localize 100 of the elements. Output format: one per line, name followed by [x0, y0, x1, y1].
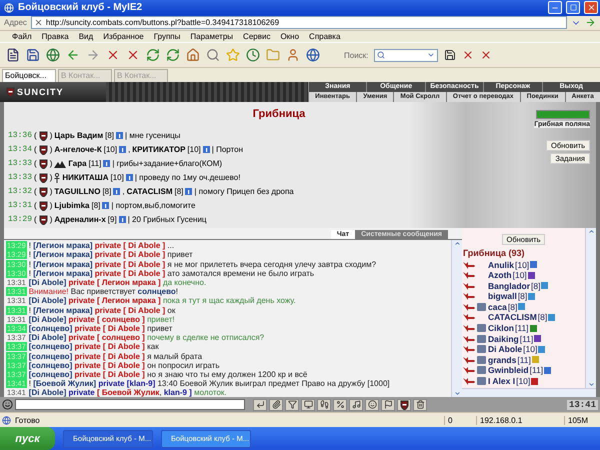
- info-icon[interactable]: [538, 346, 546, 353]
- scrollbar[interactable]: [451, 240, 462, 398]
- info-icon[interactable]: [530, 324, 537, 332]
- info-icon[interactable]: [185, 188, 192, 196]
- chat-tool-button[interactable]: [253, 398, 267, 411]
- save-icon[interactable]: [26, 48, 40, 62]
- user-name[interactable]: Daiking: [488, 334, 519, 344]
- history-icon[interactable]: [246, 48, 260, 62]
- menu-item[interactable]: Группы: [154, 32, 180, 42]
- player-name[interactable]: CATACLISM: [126, 187, 172, 196]
- bracket: (: [34, 187, 37, 196]
- save-icon[interactable]: [444, 49, 456, 62]
- back-icon[interactable]: [66, 48, 80, 62]
- scroll-down-icon[interactable]: [454, 390, 460, 398]
- info-icon[interactable]: [113, 188, 120, 196]
- info-icon[interactable]: [530, 261, 538, 268]
- chat-tool-button[interactable]: [301, 398, 315, 411]
- status-count: 0: [444, 416, 472, 425]
- chat-tool-button[interactable]: [349, 398, 363, 411]
- player-name[interactable]: КРИТИКАТОР: [132, 145, 186, 154]
- user-name[interactable]: grands: [488, 354, 516, 365]
- user-name[interactable]: Ciklon: [488, 323, 514, 334]
- user-name[interactable]: I Alex I: [488, 376, 516, 386]
- chat-tool-button[interactable]: [317, 398, 331, 411]
- info-icon[interactable]: [116, 132, 124, 140]
- chat-tool-button[interactable]: [365, 398, 379, 411]
- info-icon[interactable]: [534, 335, 542, 342]
- info-icon[interactable]: [103, 160, 110, 168]
- chat-input[interactable]: [15, 399, 245, 410]
- player-name[interactable]: Царь Вадим: [54, 131, 104, 140]
- chat-tool-button[interactable]: [269, 398, 283, 411]
- browser-icon[interactable]: [306, 48, 320, 62]
- info-icon[interactable]: [202, 146, 210, 154]
- info-icon[interactable]: [531, 378, 538, 385]
- scroll-up-icon[interactable]: [588, 228, 594, 236]
- player-name[interactable]: Гара: [68, 159, 87, 168]
- info-icon[interactable]: [118, 216, 126, 224]
- info-icon[interactable]: [541, 282, 548, 290]
- scrollbar[interactable]: [585, 228, 596, 388]
- chat-tool-button[interactable]: [333, 398, 347, 411]
- user-icon[interactable]: [286, 48, 300, 62]
- refresh-all-icon[interactable]: [166, 48, 180, 62]
- menu-item[interactable]: Файл: [12, 32, 32, 42]
- chat-tool-button[interactable]: [413, 398, 427, 411]
- search-icon[interactable]: [206, 48, 220, 62]
- info-icon[interactable]: [548, 314, 556, 321]
- user-name[interactable]: CATACLISM: [488, 312, 537, 322]
- menu-item[interactable]: Вид: [78, 32, 94, 42]
- menu-item[interactable]: Параметры: [190, 32, 234, 42]
- home-icon[interactable]: [186, 48, 200, 62]
- player-name[interactable]: Адреналин-х: [54, 215, 106, 224]
- menu-item[interactable]: Справка: [309, 32, 340, 42]
- user-name[interactable]: bigwall: [488, 291, 517, 302]
- user-name[interactable]: Di Abole: [488, 344, 522, 354]
- close-button[interactable]: [584, 1, 598, 14]
- info-icon[interactable]: [102, 202, 110, 210]
- user-name[interactable]: Anulik: [488, 260, 514, 270]
- scroll-up-icon[interactable]: [454, 240, 460, 248]
- user-name[interactable]: Gwinbleid: [488, 365, 529, 376]
- close-all-icon[interactable]: [480, 49, 492, 62]
- player-name[interactable]: TAGUILLNO: [54, 187, 100, 196]
- player-name[interactable]: А-нгелоче-К: [54, 145, 102, 154]
- go-icon[interactable]: [585, 17, 596, 28]
- info-icon[interactable]: [119, 146, 126, 154]
- menu-item[interactable]: Правка: [42, 32, 69, 42]
- address-field[interactable]: http://suncity.combats.com/buttons.pl?battle=0.349417318106269: [30, 16, 567, 30]
- new-page-icon[interactable]: [6, 48, 20, 62]
- user-name[interactable]: Banglador: [488, 280, 530, 291]
- chat-tool-button[interactable]: [397, 398, 411, 411]
- shield-icon: [38, 158, 48, 169]
- horizontal-scrollbar[interactable]: [462, 388, 596, 398]
- user-name[interactable]: caca: [488, 302, 507, 312]
- player-name[interactable]: Ljubimka: [54, 201, 90, 210]
- info-icon[interactable]: [528, 292, 536, 300]
- close-icon[interactable]: [462, 49, 474, 62]
- info-icon[interactable]: [518, 303, 526, 310]
- info-icon[interactable]: [528, 272, 535, 279]
- user-name[interactable]: Azoth: [488, 270, 512, 280]
- search-field[interactable]: [374, 48, 438, 62]
- post-message: | мне гусеницы: [125, 131, 180, 140]
- menu-item[interactable]: Сервис: [243, 32, 270, 42]
- player-level: [10]: [104, 145, 118, 154]
- chat-tool-button[interactable]: [381, 398, 395, 411]
- browser-tab[interactable]: Бойцовск...: [2, 68, 56, 82]
- info-icon[interactable]: [126, 174, 133, 182]
- post-time: 13:36: [8, 131, 32, 140]
- refresh-icon[interactable]: [146, 48, 160, 62]
- music-icon: [352, 400, 360, 410]
- page-status-icon: [2, 416, 11, 425]
- scroll-down-icon[interactable]: [588, 381, 594, 388]
- fighter-arrow-icon: [462, 356, 476, 364]
- globe-icon[interactable]: [46, 48, 60, 62]
- menu-item[interactable]: Окно: [280, 32, 300, 42]
- chat-tool-button[interactable]: [285, 398, 299, 411]
- maximize-button[interactable]: [566, 1, 580, 14]
- player-name[interactable]: НИКИТАША: [62, 173, 108, 182]
- start-button[interactable]: пуск: [0, 427, 55, 450]
- info-icon[interactable]: [544, 366, 552, 374]
- menu-item[interactable]: Избранное: [103, 32, 144, 42]
- minimize-button[interactable]: [548, 1, 562, 14]
